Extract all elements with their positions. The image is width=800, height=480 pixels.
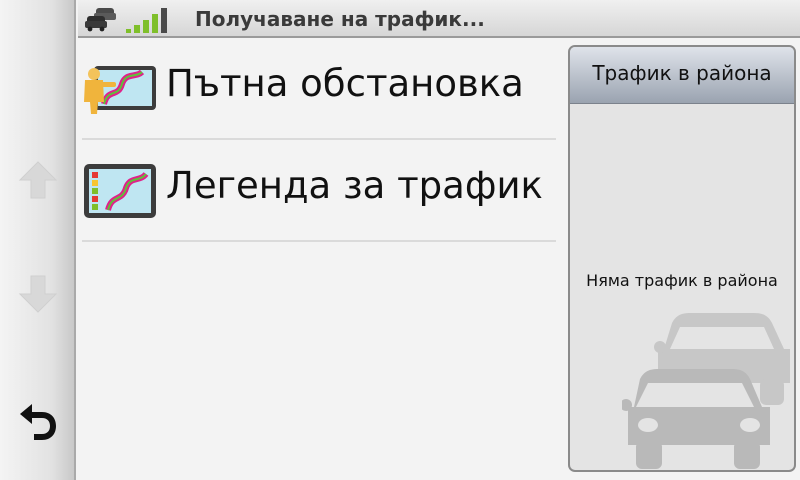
traffic-cars-icon xyxy=(85,8,116,32)
panel-header: Трафик в района xyxy=(570,47,794,104)
arrow-down-icon xyxy=(18,275,58,313)
status-header: Получаване на трафик... xyxy=(78,0,800,38)
scroll-up-button[interactable] xyxy=(0,140,76,220)
road-conditions-icon xyxy=(82,58,160,120)
panel-title: Трафик в района xyxy=(592,61,772,85)
back-icon xyxy=(20,404,56,440)
signal-strength-icon xyxy=(126,8,167,33)
traffic-cars-watermark-icon xyxy=(622,313,790,469)
menu-item-road-conditions[interactable]: Пътна обстановка xyxy=(82,38,556,138)
divider xyxy=(82,240,556,242)
arrow-up-icon xyxy=(18,161,58,199)
scroll-down-button[interactable] xyxy=(0,254,76,334)
menu-item-traffic-legend[interactable]: Легенда за трафик xyxy=(82,140,556,240)
menu-item-label: Легенда за трафик xyxy=(166,164,543,207)
status-title: Получаване на трафик... xyxy=(195,7,485,31)
traffic-area-panel[interactable]: Трафик в района Няма трафик в района xyxy=(568,45,796,472)
menu-item-label: Пътна обстановка xyxy=(166,62,524,105)
left-nav-bar xyxy=(0,0,76,480)
back-button[interactable] xyxy=(0,378,76,458)
traffic-legend-icon xyxy=(82,160,160,222)
no-traffic-message: Няма трафик в района xyxy=(586,271,778,290)
